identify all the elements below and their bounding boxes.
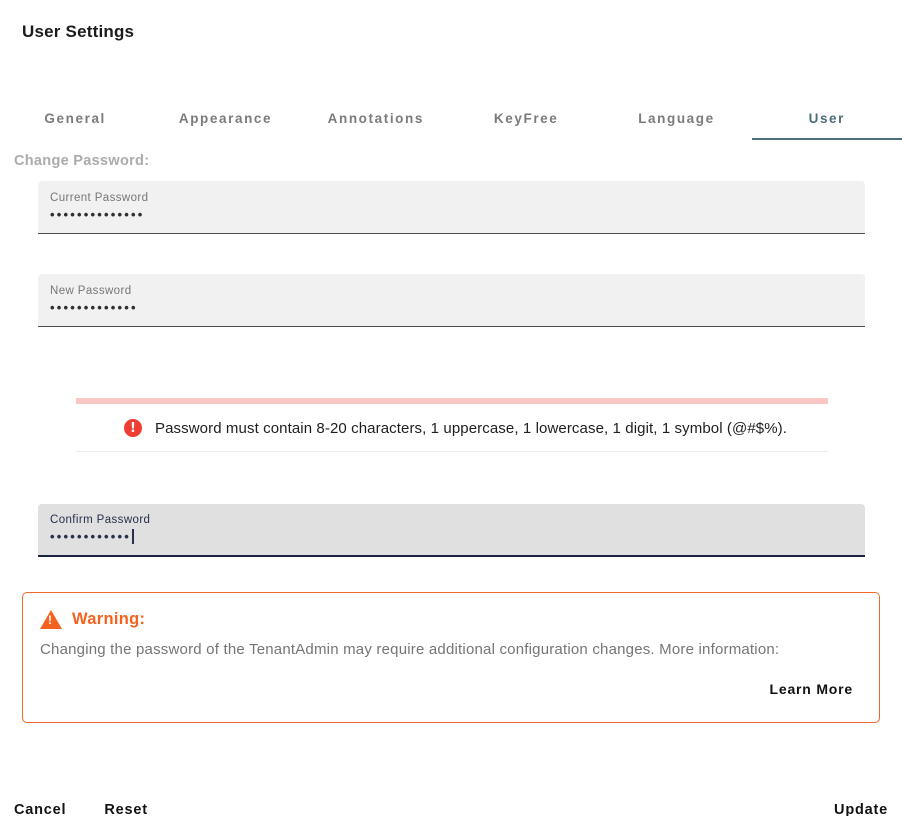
- confirm-password-masked-value: ••••••••••••: [50, 528, 853, 546]
- current-password-label: Current Password: [50, 192, 853, 204]
- new-password-masked-value: •••••••••••••: [50, 299, 853, 317]
- tab-appearance[interactable]: Appearance: [150, 98, 300, 140]
- tab-general[interactable]: General: [0, 98, 150, 140]
- warning-message: Changing the password of the TenantAdmin…: [40, 641, 853, 658]
- update-button[interactable]: Update: [834, 798, 888, 816]
- page-title: User Settings: [22, 22, 902, 42]
- confirm-password-dots: ••••••••••••: [50, 529, 131, 544]
- new-password-label: New Password: [50, 285, 853, 297]
- password-error-block: ! Password must contain 8-20 characters,…: [76, 398, 828, 452]
- password-error-message-row: ! Password must contain 8-20 characters,…: [76, 404, 828, 452]
- change-password-section-label: Change Password:: [14, 153, 902, 169]
- tab-annotations[interactable]: Annotations: [301, 98, 451, 140]
- new-password-field[interactable]: New Password •••••••••••••: [38, 274, 865, 327]
- learn-more-link[interactable]: Learn More: [770, 681, 853, 697]
- tab-language[interactable]: Language: [601, 98, 751, 140]
- error-circle-icon: !: [124, 419, 142, 437]
- tab-keyfree[interactable]: KeyFree: [451, 98, 601, 140]
- password-error-text: Password must contain 8-20 characters, 1…: [155, 420, 787, 437]
- warning-title: Warning:: [72, 610, 145, 629]
- password-fields: Current Password •••••••••••••• New Pass…: [38, 181, 865, 557]
- warning-header: Warning:: [40, 610, 853, 629]
- cancel-button[interactable]: Cancel: [14, 798, 66, 816]
- current-password-field[interactable]: Current Password ••••••••••••••: [38, 181, 865, 234]
- settings-tab-bar: General Appearance Annotations KeyFree L…: [0, 98, 902, 140]
- tenant-admin-warning-box: Warning: Changing the password of the Te…: [22, 592, 880, 723]
- tab-user[interactable]: User: [752, 98, 902, 140]
- current-password-masked-value: ••••••••••••••: [50, 206, 853, 224]
- dialog-actions: Cancel Reset Update: [14, 798, 888, 816]
- warning-triangle-icon: [40, 610, 62, 629]
- user-settings-dialog: User Settings General Appearance Annotat…: [0, 22, 902, 816]
- confirm-password-label: Confirm Password: [50, 514, 853, 526]
- confirm-password-field[interactable]: Confirm Password ••••••••••••: [38, 504, 865, 557]
- reset-button[interactable]: Reset: [104, 798, 148, 816]
- text-cursor: [132, 529, 134, 544]
- warning-link-row: Learn More: [40, 681, 853, 699]
